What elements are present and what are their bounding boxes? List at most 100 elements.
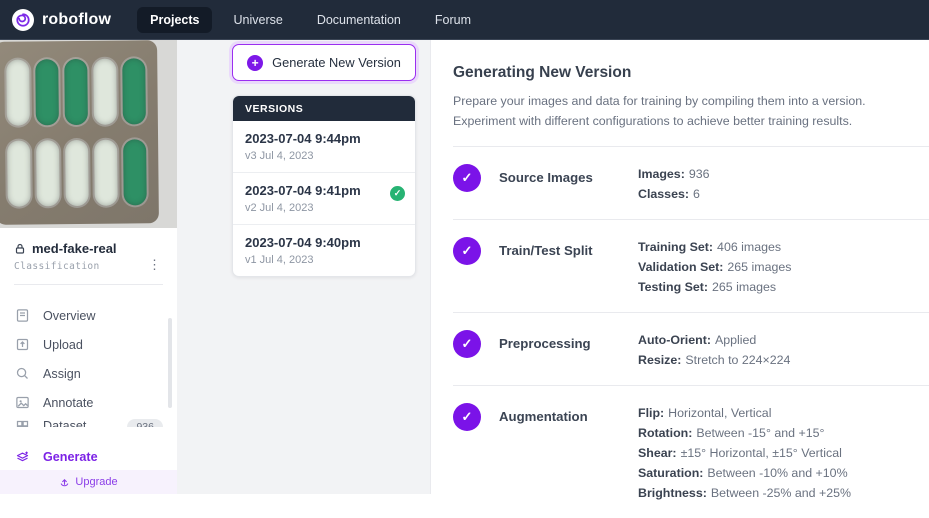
nav-item-universe[interactable]: Universe <box>220 7 295 33</box>
sidebar-item-overview[interactable]: Overview <box>0 301 177 330</box>
project-meta: med-fake-real Classification ⋮ <box>0 228 177 285</box>
sidebar-item-label: Dataset <box>43 419 86 427</box>
project-thumbnail <box>0 40 177 228</box>
overview-icon <box>15 308 30 323</box>
page-title: Generating New Version <box>453 64 929 82</box>
capsule-shape <box>94 140 118 206</box>
description-line-2: Experiment with different configurations… <box>453 112 929 132</box>
sidebar-item-label: Annotate <box>43 396 93 410</box>
project-name: med-fake-real <box>32 241 117 256</box>
sidebar-item-label: Overview <box>43 309 95 323</box>
capsule-shape <box>122 58 146 124</box>
step-source-images: ✓ Source Images Images:936 Classes:6 <box>453 146 929 219</box>
sidebar-item-label: Generate <box>43 450 98 464</box>
generate-icon <box>15 450 30 465</box>
generate-new-version-button[interactable]: + Generate New Version <box>232 44 416 81</box>
nav-items: Projects Universe Documentation Forum <box>137 7 484 33</box>
step-preprocessing: ✓ Preprocessing Auto-Orient:Applied Resi… <box>453 312 929 385</box>
detail-row: Validation Set:265 images <box>638 257 929 277</box>
version-title: 2023-07-04 9:44pm <box>245 131 403 147</box>
dataset-count-badge: 936 <box>127 419 163 427</box>
step-details: Images:936 Classes:6 <box>638 164 929 204</box>
upgrade-icon <box>59 477 70 488</box>
brand-name: roboflow <box>42 11 111 29</box>
version-subtitle: v2 Jul 4, 2023 <box>245 202 403 215</box>
lock-icon <box>14 243 26 255</box>
nav-item-projects[interactable]: Projects <box>137 7 212 33</box>
pill-blister-pack-image <box>0 40 159 225</box>
version-row-v3[interactable]: 2023-07-04 9:44pm v3 Jul 4, 2023 <box>233 121 415 172</box>
step-complete-check-icon: ✓ <box>453 403 481 431</box>
version-subtitle: v3 Jul 4, 2023 <box>245 150 403 163</box>
sidebar-item-annotate[interactable]: Annotate <box>0 388 177 417</box>
sidebar-item-label: Upload <box>43 338 83 352</box>
nav-item-forum[interactable]: Forum <box>422 7 484 33</box>
detail-row: Brightness:Between -25% and +25% <box>638 483 929 503</box>
roboflow-logo-icon <box>12 9 34 31</box>
step-label: Augmentation <box>483 403 638 503</box>
roboflow-brand[interactable]: roboflow <box>12 9 111 31</box>
step-details: Auto-Orient:Applied Resize:Stretch to 22… <box>638 330 929 370</box>
step-label: Train/Test Split <box>483 237 638 297</box>
step-complete-check-icon: ✓ <box>453 164 481 192</box>
dataset-icon <box>15 419 30 427</box>
capsule-shape <box>6 59 30 125</box>
capsule-shape <box>36 140 60 206</box>
version-title: 2023-07-04 9:41pm <box>245 183 403 199</box>
project-name-row: med-fake-real <box>14 241 163 256</box>
step-augmentation: ✓ Augmentation Flip:Horizontal, Vertical… <box>453 385 929 518</box>
detail-row: Flip:Horizontal, Vertical <box>638 403 929 423</box>
detail-row: Auto-Orient:Applied <box>638 330 929 350</box>
sidebar-item-dataset[interactable]: Dataset 936 <box>0 417 177 427</box>
detail-row: Shear:±15° Horizontal, ±15° Vertical <box>638 443 929 463</box>
step-label: Preprocessing <box>483 330 638 370</box>
detail-row: Saturation:Between -10% and +10% <box>638 463 929 483</box>
step-details: Flip:Horizontal, Vertical Rotation:Betwe… <box>638 403 929 503</box>
page-description: Prepare your images and data for trainin… <box>453 92 929 131</box>
description-line-1: Prepare your images and data for trainin… <box>453 92 929 112</box>
capsule-shape <box>65 140 89 206</box>
sidebar-item-assign[interactable]: Assign <box>0 359 177 388</box>
detail-row: Rotation:Between -15° and +15° <box>638 423 929 443</box>
version-title: 2023-07-04 9:40pm <box>245 235 403 251</box>
sidebar-scrollbar[interactable] <box>168 318 172 408</box>
capsule-shape <box>35 59 59 125</box>
capsule-shape <box>123 140 147 206</box>
step-complete-check-icon: ✓ <box>453 237 481 265</box>
version-steps: ✓ Source Images Images:936 Classes:6 ✓ T… <box>453 146 929 518</box>
versions-header: VERSIONS <box>233 96 415 121</box>
version-row-v2[interactable]: 2023-07-04 9:41pm v2 Jul 4, 2023 ✓ <box>233 172 415 224</box>
detail-row: Classes:6 <box>638 184 929 204</box>
sidebar-item-generate[interactable]: Generate <box>0 444 177 470</box>
sidebar-item-label: Assign <box>43 367 81 381</box>
version-subtitle: v1 Jul 4, 2023 <box>245 254 403 267</box>
capsule-shape <box>7 141 31 207</box>
sidebar-menu: Overview Upload Assign Annotate <box>0 285 177 427</box>
versions-panel: VERSIONS 2023-07-04 9:44pm v3 Jul 4, 202… <box>232 95 416 277</box>
capsule-shape <box>93 58 117 124</box>
step-details: Training Set:406 images Validation Set:2… <box>638 237 929 297</box>
capsule-shape <box>64 59 88 125</box>
step-complete-check-icon: ✓ <box>453 330 481 358</box>
upgrade-button[interactable]: Upgrade <box>0 470 177 494</box>
detail-row: Images:936 <box>638 164 929 184</box>
plus-icon: + <box>247 55 263 71</box>
upgrade-label: Upgrade <box>75 476 117 488</box>
project-menu-kebab-icon[interactable]: ⋮ <box>148 260 161 270</box>
annotate-image-icon <box>15 395 30 410</box>
nav-item-documentation[interactable]: Documentation <box>304 7 414 33</box>
step-label: Source Images <box>483 164 638 204</box>
detail-row: Testing Set:265 images <box>638 277 929 297</box>
main-content: Generating New Version Prepare your imag… <box>430 40 929 494</box>
step-train-test-split: ✓ Train/Test Split Training Set:406 imag… <box>453 219 929 312</box>
top-navbar: roboflow Projects Universe Documentation… <box>0 0 929 40</box>
sidebar-item-upload[interactable]: Upload <box>0 330 177 359</box>
detail-row: Training Set:406 images <box>638 237 929 257</box>
detail-row: Resize:Stretch to 224×224 <box>638 350 929 370</box>
trained-check-icon: ✓ <box>390 186 405 201</box>
versions-column: + Generate New Version VERSIONS 2023-07-… <box>177 40 430 494</box>
version-row-v1[interactable]: 2023-07-04 9:40pm v1 Jul 4, 2023 <box>233 224 415 276</box>
project-type-label: Classification <box>14 261 163 272</box>
sidebar-divider <box>14 284 163 285</box>
project-sidebar: med-fake-real Classification ⋮ Overview … <box>0 40 177 494</box>
